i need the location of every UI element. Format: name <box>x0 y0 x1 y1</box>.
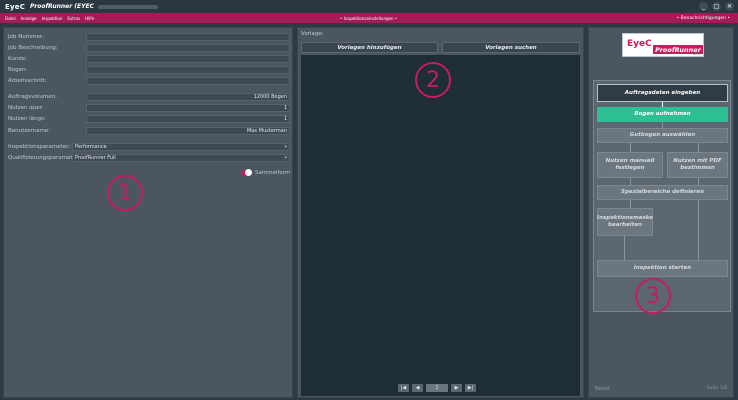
brand-eye-text: EyeC <box>627 39 652 49</box>
menu-datei[interactable]: Datei <box>5 16 16 21</box>
work-step-label: Arbeitsschritt: <box>8 77 47 84</box>
work-step-input[interactable] <box>86 76 290 85</box>
sheet-input[interactable] <box>86 65 290 74</box>
volume-label: Auftragsvolumen: <box>8 93 57 100</box>
job-data-panel: Job Nummer: Job Beschreibung: Kunde: Bog… <box>3 27 293 398</box>
connector-line <box>624 236 625 260</box>
enter-order-data-step[interactable]: Auftragsdaten eingeben <box>597 84 728 102</box>
select-good-sheet-step[interactable]: Gutbogen auswählen <box>597 128 728 143</box>
sheet-label: Bogen: <box>8 66 28 73</box>
next-page-icon[interactable]: ▶ <box>451 384 462 392</box>
customer-label: Kunde: <box>8 55 28 62</box>
workflow-panel: EyeC ProofRunner v2.10 Auftragsdaten ein… <box>588 27 734 398</box>
blurred-title-text <box>97 4 158 9</box>
status-text: Bereit <box>595 386 610 392</box>
define-special-areas-step[interactable]: Spezialbereiche definieren <box>597 185 728 200</box>
menu-anzeige[interactable]: Anzeige <box>21 16 37 21</box>
define-nutzen-pdf-step[interactable]: Nutzen mit PDF bestimmen <box>667 152 728 178</box>
template-label: Vorlage: <box>301 31 324 37</box>
brand-version-text: v2.10 <box>692 52 701 56</box>
title-bar: EyeC ProofRunner (EYEC _ □ ✕ <box>0 0 738 13</box>
search-templates-button[interactable]: Vorlagen suchen <box>442 42 580 53</box>
inspection-param-label: Inspektionsparameter: <box>8 143 71 150</box>
last-page-icon[interactable]: ▶| <box>465 384 476 392</box>
pager: |◀ ◀ 1 ▶ ▶| <box>398 384 476 392</box>
volume-input[interactable]: 12000 Bogen <box>86 92 290 101</box>
job-number-input[interactable] <box>86 32 290 41</box>
menu-bar: Datei Anzeige Inspektion Extras Hilfe • … <box>0 13 738 23</box>
workflow-steps: Auftragsdaten eingeben Bogen aufnehmen G… <box>593 80 731 312</box>
job-number-label: Job Nummer: <box>8 33 44 40</box>
maximize-icon[interactable]: □ <box>712 2 721 11</box>
menu-hilfe[interactable]: Hilfe <box>85 16 94 21</box>
qualification-param-select[interactable]: ProofRunner Full <box>72 153 290 162</box>
app-logo: EyeC <box>5 2 26 11</box>
toggle-label: Sammelform <box>255 170 291 176</box>
edit-inspection-mask-step[interactable]: Inspektionsmaske bearbeiten <box>597 208 653 236</box>
connector-line <box>630 200 631 208</box>
notifications-menu[interactable]: • Benachrichtigungen • <box>677 16 730 21</box>
page-number-input[interactable]: 1 <box>426 384 448 392</box>
nutzen-quer-label: Nutzen quer: <box>8 104 44 111</box>
add-templates-button[interactable]: Vorlagen hinzufügen <box>301 42 438 53</box>
inspection-settings-menu[interactable]: • Inspektionseinstellungen • <box>340 16 397 21</box>
collect-form-toggle[interactable]: Sammelform <box>241 169 291 176</box>
prev-page-icon[interactable]: ◀ <box>412 384 423 392</box>
first-page-icon[interactable]: |◀ <box>398 384 409 392</box>
template-panel: Vorlage: Vorlagen hinzufügen Vorlagen su… <box>297 27 584 398</box>
user-label: Benutzername: <box>8 127 51 134</box>
nutzen-laengs-input[interactable]: 1 <box>86 114 290 123</box>
minimize-icon[interactable]: _ <box>699 2 708 11</box>
page-indicator: Seite 1/8 <box>706 386 727 391</box>
connector-line <box>698 143 699 152</box>
user-input[interactable]: Max Musterman <box>86 126 290 135</box>
start-inspection-step[interactable]: Inspektion starten <box>597 260 728 277</box>
job-description-input[interactable] <box>86 43 290 52</box>
app-title: ProofRunner (EYEC <box>30 3 94 10</box>
connector-line <box>698 178 699 185</box>
nutzen-quer-input[interactable]: 1 <box>86 103 290 112</box>
toggle-switch[interactable] <box>241 169 252 176</box>
nutzen-laengs-label: Nutzen längs: <box>8 115 46 122</box>
connector-line <box>698 200 699 260</box>
close-icon[interactable]: ✕ <box>725 2 734 11</box>
menu-inspektion[interactable]: Inspektion <box>42 16 63 21</box>
job-description-label: Job Beschreibung: <box>8 44 58 51</box>
brand-logo: EyeC ProofRunner v2.10 <box>622 33 704 57</box>
define-nutzen-manual-step[interactable]: Nutzen manuell festlegen <box>597 152 663 178</box>
callout-marker-1: 1 <box>107 175 143 211</box>
callout-marker-3: 3 <box>635 278 671 314</box>
template-preview-area <box>301 55 580 396</box>
menu-extras[interactable]: Extras <box>67 16 80 21</box>
qualification-param-label: Qualifizierungsparameter: <box>8 154 80 161</box>
capture-sheet-step[interactable]: Bogen aufnehmen <box>597 107 728 122</box>
connector-line <box>630 178 631 185</box>
customer-input[interactable] <box>86 54 290 63</box>
inspection-param-select[interactable]: Performance <box>72 142 290 151</box>
connector-line <box>630 143 631 152</box>
callout-marker-2: 2 <box>415 62 451 98</box>
